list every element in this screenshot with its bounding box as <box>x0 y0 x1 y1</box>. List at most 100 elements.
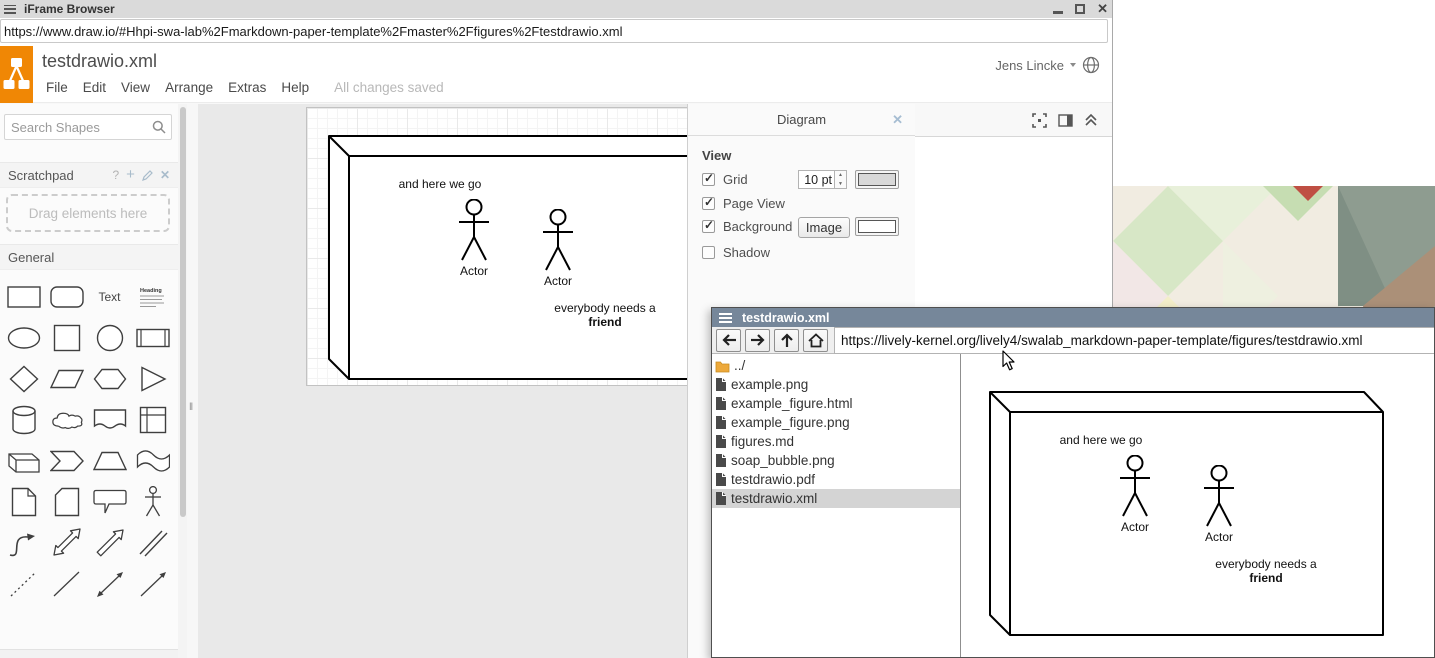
search-shapes-input[interactable] <box>4 114 172 140</box>
shape-note[interactable] <box>2 481 45 522</box>
maximize-button[interactable] <box>1075 4 1085 14</box>
general-section-header[interactable]: General <box>0 244 178 270</box>
menu-file[interactable]: File <box>46 80 68 95</box>
spinner-down-icon[interactable]: ▼ <box>835 180 846 189</box>
shape-cylinder[interactable] <box>2 399 45 440</box>
menu-view[interactable]: View <box>121 80 150 95</box>
grid-size-value[interactable]: 10 pt <box>798 170 835 189</box>
add-icon[interactable]: + <box>126 170 135 180</box>
actor-shape[interactable] <box>458 199 490 262</box>
account-menu[interactable]: Jens Lincke <box>995 56 1100 74</box>
arrow-right-icon <box>750 333 766 347</box>
shape-parallelogram[interactable] <box>45 358 88 399</box>
grid-color-swatch[interactable] <box>855 170 899 189</box>
file-list-item[interactable]: ../ <box>712 356 960 375</box>
shadow-checkbox[interactable] <box>702 246 715 259</box>
background-image-button[interactable]: Image <box>798 217 850 238</box>
edit-pencil-icon[interactable] <box>142 170 153 181</box>
close-button[interactable]: ✕ <box>1097 4 1108 14</box>
shape-cube[interactable] <box>2 440 45 481</box>
shape-bidirectional-connector[interactable] <box>88 563 131 604</box>
cube-shape <box>989 391 1385 637</box>
cube-shape[interactable] <box>328 135 724 381</box>
help-icon[interactable]: ? <box>112 168 119 182</box>
shape-internal-storage[interactable] <box>131 399 174 440</box>
shape-bidirectional-arrow[interactable] <box>45 522 88 563</box>
file-browser-titlebar[interactable]: testdrawio.xml <box>712 308 1434 327</box>
grid-size-input[interactable]: 10 pt ▲▼ <box>798 170 847 189</box>
shape-ellipse[interactable] <box>2 317 45 358</box>
back-button[interactable] <box>716 329 741 352</box>
shape-textbox[interactable]: Heading <box>131 276 174 317</box>
actor-label: Actor <box>1189 530 1249 544</box>
file-list-item[interactable]: example_figure.png <box>712 413 960 432</box>
close-icon[interactable]: ✕ <box>160 168 170 182</box>
shape-line[interactable] <box>45 563 88 604</box>
shape-trapezoid[interactable] <box>88 440 131 481</box>
shape-square[interactable] <box>45 317 88 358</box>
file-list-item[interactable]: testdrawio.pdf <box>712 470 960 489</box>
scratchpad-header[interactable]: Scratchpad ? + ✕ <box>0 162 178 188</box>
shape-curve[interactable] <box>2 522 45 563</box>
shape-cloud[interactable] <box>45 399 88 440</box>
sidebar-splitter[interactable]: ‖ <box>187 104 198 658</box>
minimize-button[interactable] <box>1053 11 1063 14</box>
hamburger-menu-icon[interactable] <box>4 5 16 14</box>
shape-tape[interactable] <box>131 440 174 481</box>
sidebar-scrollbar[interactable] <box>178 104 187 658</box>
actor-shape[interactable] <box>542 209 574 272</box>
search-icon[interactable] <box>152 120 166 134</box>
up-button[interactable] <box>774 329 799 352</box>
browser-url-input[interactable] <box>0 19 1108 43</box>
shape-rectangle[interactable] <box>2 276 45 317</box>
shape-text[interactable]: Text <box>88 276 131 317</box>
menu-extras[interactable]: Extras <box>228 80 266 95</box>
menu-edit[interactable]: Edit <box>83 80 106 95</box>
menu-arrange[interactable]: Arrange <box>165 80 213 95</box>
shape-card[interactable] <box>45 481 88 522</box>
box-label[interactable]: and here we go <box>380 177 500 191</box>
page-view-checkbox[interactable] <box>702 197 715 210</box>
menu-help[interactable]: Help <box>281 80 309 95</box>
splitter-grip-icon: ‖ <box>189 402 194 413</box>
file-name: soap_bubble.png <box>731 453 835 468</box>
scratchpad-dropzone[interactable]: Drag elements here <box>6 194 170 232</box>
shape-actor[interactable] <box>131 481 174 522</box>
shape-hexagon[interactable] <box>88 358 131 399</box>
shape-link[interactable] <box>131 522 174 563</box>
shape-dashed-line[interactable] <box>2 563 45 604</box>
background-checkbox[interactable] <box>702 220 715 233</box>
shape-rounded-rectangle[interactable] <box>45 276 88 317</box>
shape-arrow[interactable] <box>88 522 131 563</box>
grid-checkbox[interactable] <box>702 173 715 186</box>
hamburger-menu-icon[interactable] <box>719 313 732 323</box>
shape-process[interactable] <box>131 317 174 358</box>
shape-callout[interactable] <box>88 481 131 522</box>
file-list-item[interactable]: example.png <box>712 375 960 394</box>
shape-step[interactable] <box>45 440 88 481</box>
home-button[interactable] <box>803 329 828 352</box>
spinner-up-icon[interactable]: ▲ <box>835 171 846 180</box>
actor-label[interactable]: Actor <box>528 274 588 288</box>
file-name: ../ <box>734 358 745 373</box>
globe-icon[interactable] <box>1082 56 1100 74</box>
shape-triangle[interactable] <box>131 358 174 399</box>
tab-diagram[interactable]: Diagram <box>777 112 826 127</box>
file-list-item[interactable]: testdrawio.xml <box>712 489 960 508</box>
file-list-item[interactable]: soap_bubble.png <box>712 451 960 470</box>
shape-document[interactable] <box>88 399 131 440</box>
actor-label[interactable]: Actor <box>444 264 504 278</box>
shape-circle[interactable] <box>88 317 131 358</box>
note-label[interactable]: everybody needs a friend <box>535 301 675 329</box>
forward-button[interactable] <box>745 329 770 352</box>
iframe-browser-titlebar[interactable]: iFrame Browser ✕ <box>0 0 1112 18</box>
scrollbar-thumb[interactable] <box>180 107 186 517</box>
shape-diamond[interactable] <box>2 358 45 399</box>
background-color-swatch[interactable] <box>855 217 899 236</box>
file-list-item[interactable]: figures.md <box>712 432 960 451</box>
shape-directional-connector[interactable] <box>131 563 174 604</box>
close-icon[interactable]: ✕ <box>892 112 903 128</box>
file-list-item[interactable]: example_figure.html <box>712 394 960 413</box>
file-browser-url-input[interactable] <box>834 327 1434 354</box>
scratchpad-title: Scratchpad <box>8 168 74 183</box>
